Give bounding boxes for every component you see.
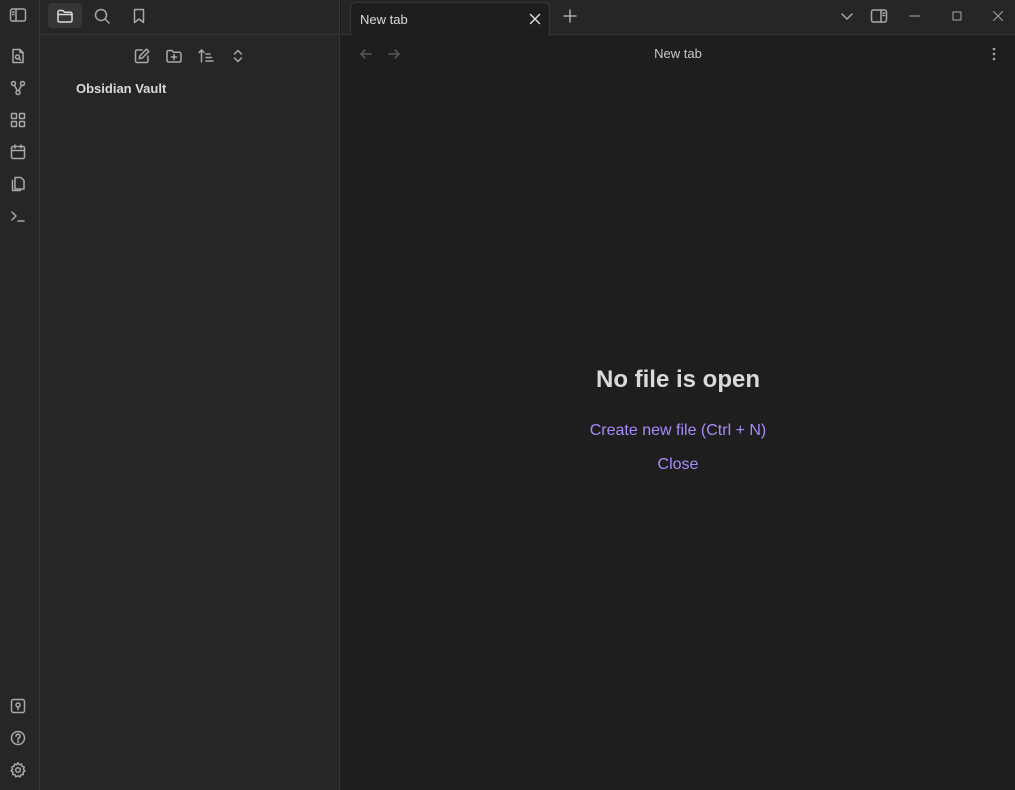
close-window-icon	[991, 9, 1005, 23]
templates-icon[interactable]	[6, 172, 30, 196]
new-folder-icon	[165, 47, 183, 65]
left-sidebar: Obsidian Vault	[40, 0, 340, 790]
command-palette-icon[interactable]	[6, 204, 30, 228]
new-note-button[interactable]	[130, 44, 154, 68]
graph-view-icon[interactable]	[6, 76, 30, 100]
file-explorer-tab[interactable]	[48, 3, 82, 28]
maximize-button[interactable]	[944, 4, 970, 28]
view-title: New tab	[654, 46, 702, 61]
sort-icon	[197, 47, 215, 65]
sort-button[interactable]	[194, 44, 218, 68]
new-folder-button[interactable]	[162, 44, 186, 68]
folder-icon	[56, 7, 74, 25]
tab-new-tab[interactable]: New tab	[350, 2, 550, 36]
search-tab[interactable]	[85, 3, 119, 28]
plus-icon	[562, 8, 578, 24]
settings-icon[interactable]	[6, 758, 30, 782]
tab-bar: New tab	[341, 0, 1015, 36]
view-header: New tab	[341, 36, 1015, 72]
empty-state: No file is open Create new file (Ctrl + …	[341, 366, 1015, 474]
search-icon	[93, 7, 111, 25]
toggle-sidebar-icon[interactable]	[6, 3, 30, 27]
sidebar-tab-header	[40, 0, 340, 35]
right-sidebar-icon	[869, 6, 889, 26]
close-icon[interactable]	[527, 11, 543, 27]
close-window-button[interactable]	[985, 4, 1011, 28]
toggle-right-sidebar-button[interactable]	[866, 4, 892, 28]
bookmark-icon	[130, 7, 148, 25]
canvas-icon[interactable]	[6, 108, 30, 132]
empty-state-title: No file is open	[595, 366, 760, 393]
vault-switcher-icon[interactable]	[6, 694, 30, 718]
expand-collapse-button[interactable]	[226, 44, 250, 68]
tab-title: New tab	[360, 12, 408, 27]
help-icon[interactable]	[6, 726, 30, 750]
ribbon	[0, 0, 40, 790]
close-link[interactable]: Close	[341, 456, 1015, 474]
chevron-down-icon	[839, 8, 855, 24]
maximize-icon	[950, 9, 964, 23]
expand-collapse-icon	[229, 47, 247, 65]
daily-note-icon[interactable]	[6, 140, 30, 164]
open-quick-switcher-icon[interactable]	[6, 44, 30, 68]
tab-list-button[interactable]	[834, 4, 860, 28]
more-options-button[interactable]	[984, 45, 1004, 63]
bookmarks-tab[interactable]	[122, 3, 156, 28]
new-tab-button[interactable]	[560, 6, 580, 26]
minimize-icon	[908, 9, 922, 23]
vault-name[interactable]: Obsidian Vault	[76, 81, 166, 96]
create-new-file-link[interactable]: Create new file (Ctrl + N)	[341, 422, 1015, 440]
more-vertical-icon	[986, 46, 1002, 62]
new-note-icon	[133, 47, 151, 65]
minimize-button[interactable]	[902, 4, 928, 28]
main-workspace: New tab New tab No file is open Create n…	[341, 0, 1015, 790]
